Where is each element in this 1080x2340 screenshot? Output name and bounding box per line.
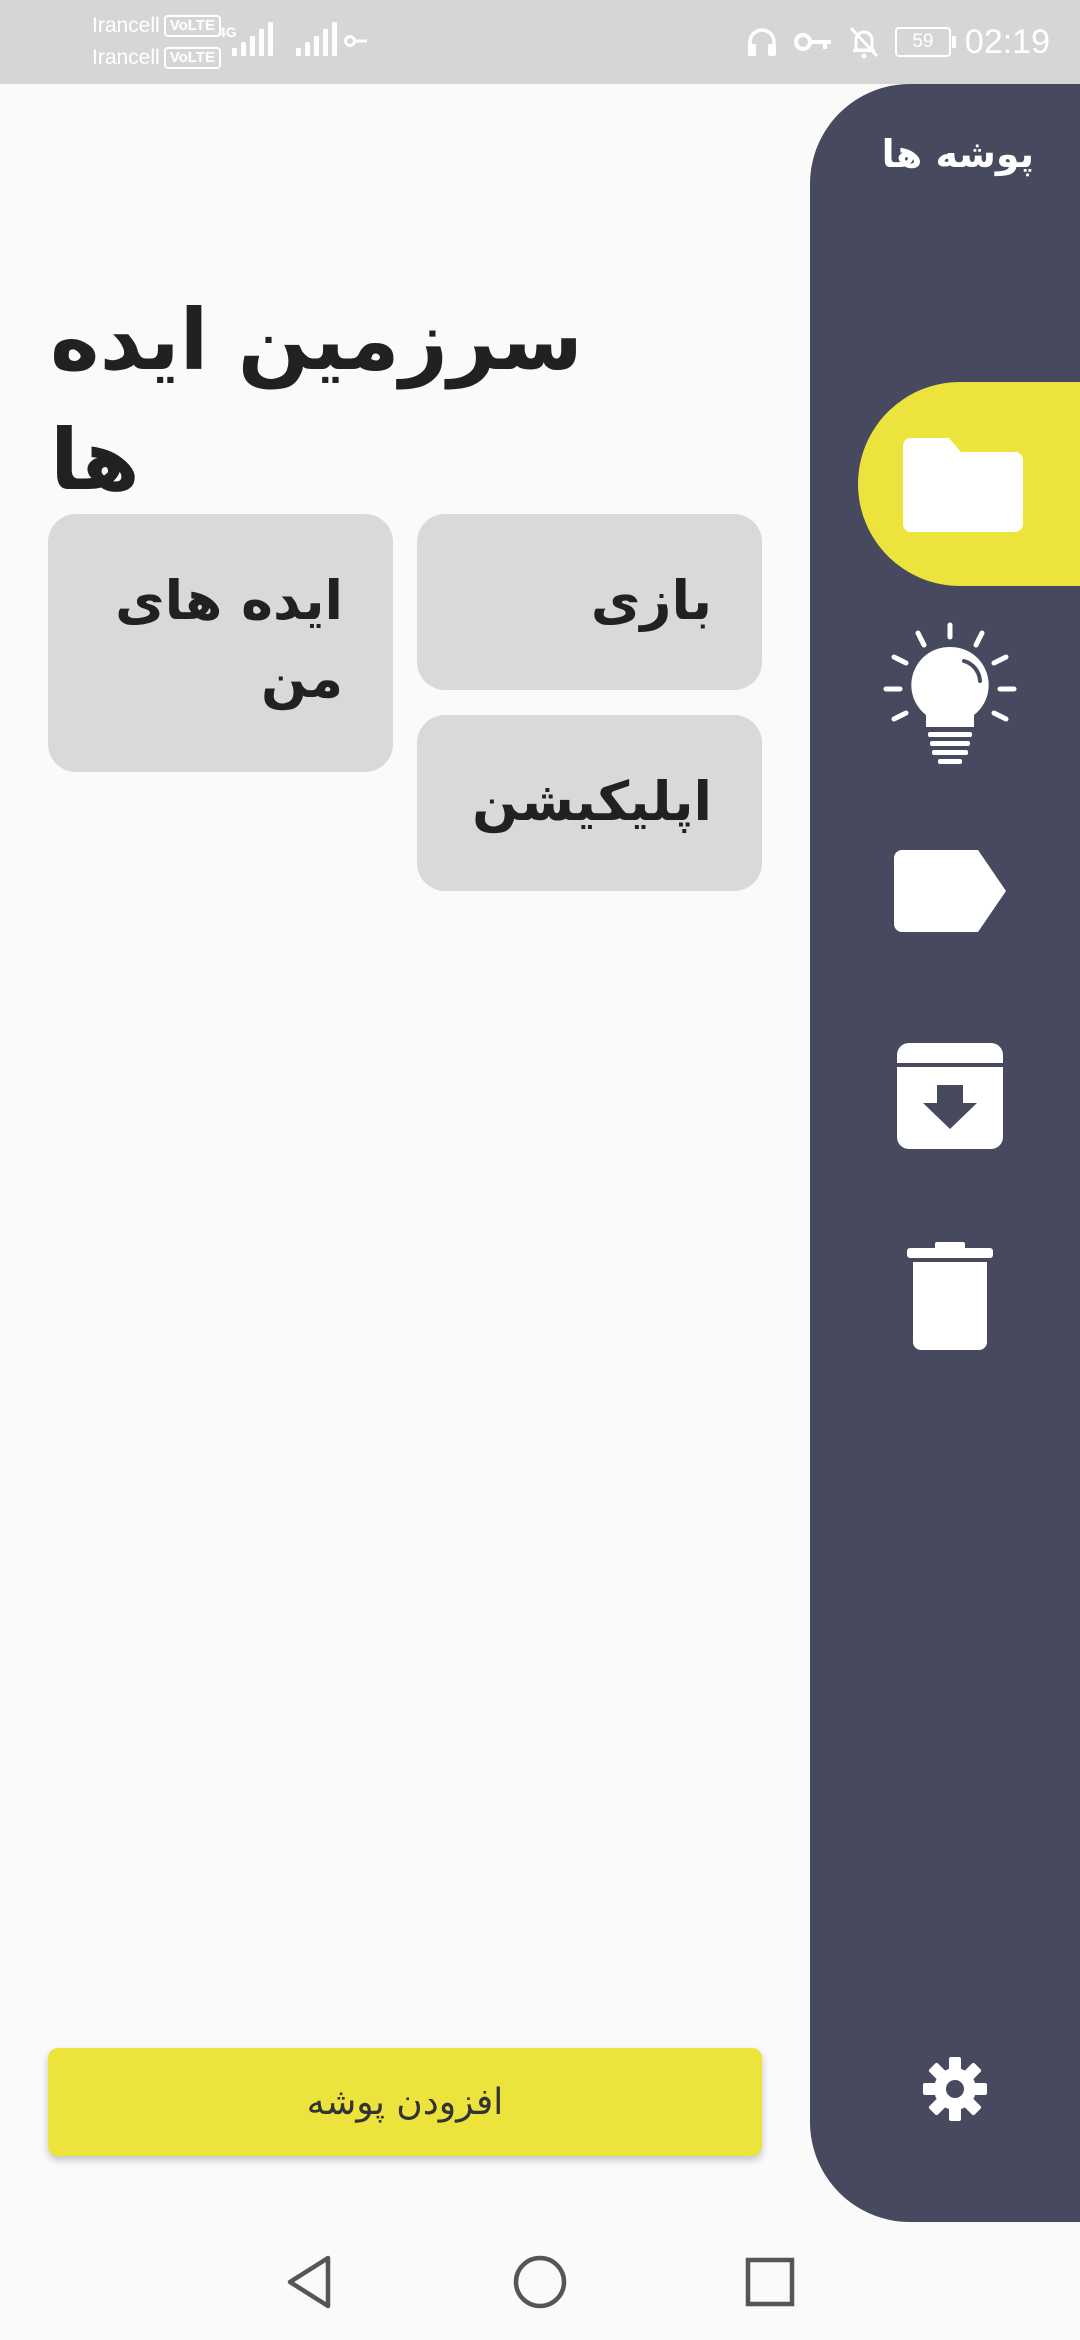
folder-card-my-ideas[interactable]: ایده های من xyxy=(48,514,393,772)
folder-card-label: بازی xyxy=(590,569,712,632)
folder-card-label: اپلیکیشن xyxy=(472,770,712,833)
folder-card-application[interactable]: اپلیکیشن xyxy=(417,715,762,891)
folder-icon xyxy=(902,438,1023,532)
carrier-name-2: Irancell xyxy=(92,46,160,69)
recents-icon[interactable] xyxy=(740,2252,800,2312)
system-navigation-bar xyxy=(0,2222,1080,2340)
signal-strength-icon-2 xyxy=(296,22,337,56)
carrier-name-1: Irancell xyxy=(92,14,160,37)
screen: Irancell VoLTE Irancell VoLTE 4G 59 02:1… xyxy=(0,0,1080,2340)
gear-icon xyxy=(923,2057,987,2121)
nav-item-ideas[interactable] xyxy=(850,619,1080,769)
lightbulb-icon xyxy=(883,622,1017,764)
volte-badge-1: VoLTE xyxy=(163,15,221,37)
nav-item-folders[interactable] xyxy=(858,382,1080,586)
notifications-off-icon xyxy=(849,26,879,59)
page-title: سرزمین ایده ها xyxy=(50,291,583,509)
carrier-row-2: Irancell VoLTE xyxy=(92,42,221,74)
vpn-key-icon xyxy=(793,33,831,51)
status-icons: 59 02:19 xyxy=(745,0,1050,84)
battery-icon: 59 xyxy=(894,27,956,57)
nav-rail: پوشه ها xyxy=(810,84,1080,2222)
back-icon[interactable] xyxy=(280,2252,340,2312)
status-bar: Irancell VoLTE Irancell VoLTE 4G 59 02:1… xyxy=(0,0,1080,84)
carrier-info: Irancell VoLTE Irancell VoLTE xyxy=(92,10,221,74)
clock: 02:19 xyxy=(964,22,1050,61)
rail-title: پوشه ها xyxy=(881,132,1034,176)
folder-card-game[interactable]: بازی xyxy=(417,514,762,690)
trash-icon xyxy=(907,1242,993,1350)
headphones-icon xyxy=(747,28,776,56)
nav-item-trash[interactable] xyxy=(850,1221,1080,1371)
signal-strength-icon-1 xyxy=(232,22,273,56)
settings-button[interactable] xyxy=(910,2044,1000,2134)
volte-badge-2: VoLTE xyxy=(163,47,221,69)
nav-item-archive[interactable] xyxy=(850,1021,1080,1171)
label-icon xyxy=(894,850,1006,932)
add-folder-button[interactable]: افزودن پوشه xyxy=(48,2048,762,2156)
folder-card-label: ایده های من xyxy=(115,569,343,710)
nav-item-labels[interactable] xyxy=(850,816,1080,966)
vpn-key-small-icon xyxy=(344,35,367,47)
carrier-row-1: Irancell VoLTE xyxy=(92,10,221,42)
archive-icon xyxy=(897,1043,1003,1149)
home-icon[interactable] xyxy=(510,2252,570,2312)
